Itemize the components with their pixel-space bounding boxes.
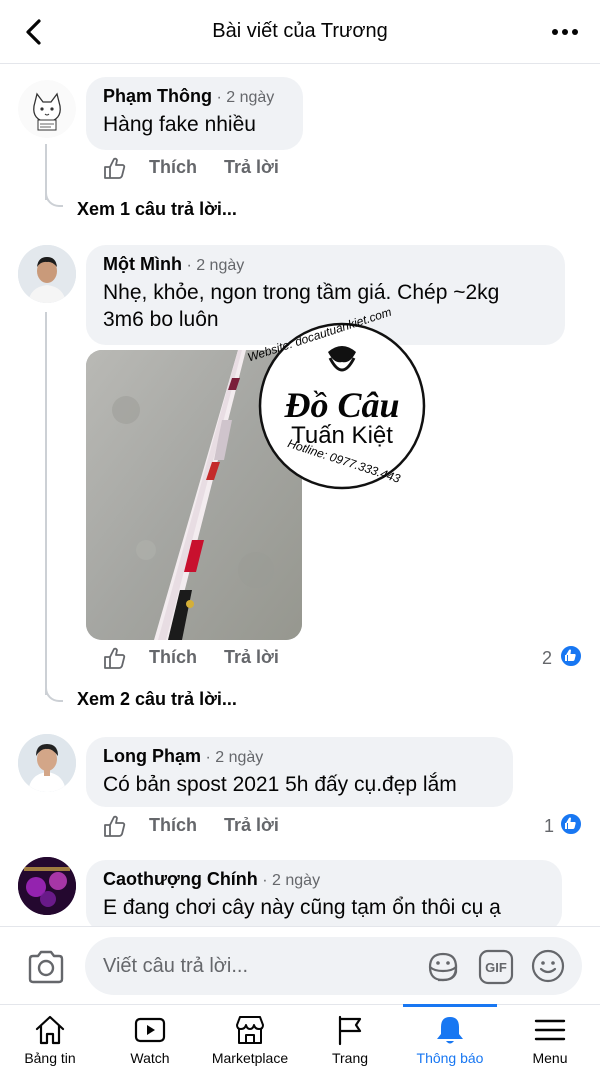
avatar[interactable]: [18, 80, 76, 138]
more-options-icon[interactable]: [550, 18, 580, 46]
comment-text: E đang chơi cây này cũng tạm ổn thôi cụ …: [103, 896, 501, 919]
thread-curve: [45, 684, 63, 702]
reply-composer: GIF: [0, 926, 600, 1004]
avatar[interactable]: [18, 245, 76, 303]
tab-label: Menu: [532, 1050, 568, 1066]
tab-notifications[interactable]: Thông báo: [403, 1004, 497, 1067]
tab-label: Marketplace: [211, 1050, 289, 1066]
tab-marketplace[interactable]: Marketplace: [200, 1005, 300, 1067]
tab-label: Trang: [331, 1050, 369, 1066]
top-bar: Bài viết của Trương: [0, 0, 600, 64]
profile-photo-icon: [18, 857, 76, 915]
comment-text-line: Nhẹ, khỏe, ngon trong tầm giá. Chép ~2kg: [103, 281, 500, 304]
camera-icon[interactable]: [26, 949, 66, 985]
avatar[interactable]: [18, 734, 76, 792]
react-hand-icon[interactable]: [102, 645, 128, 671]
avatar[interactable]: [18, 857, 76, 915]
marketplace-icon: [236, 1016, 264, 1044]
tab-watch[interactable]: Watch: [100, 1005, 200, 1067]
comment-time: · 2 ngày: [262, 872, 321, 889]
comment-time: · 2 ngày: [205, 749, 264, 766]
view-replies-link[interactable]: Xem 1 câu trả lời...: [77, 199, 237, 220]
tab-label: Thông báo: [416, 1050, 484, 1066]
reaction-count[interactable]: 2: [542, 648, 552, 669]
thread-line: [45, 312, 47, 695]
like-reaction-icon[interactable]: [559, 812, 583, 836]
like-button[interactable]: Thích: [149, 157, 197, 178]
comment-author[interactable]: Long Phạm: [103, 746, 201, 766]
thread-curve: [45, 189, 63, 207]
reply-button[interactable]: Trả lời: [224, 647, 279, 668]
reply-button[interactable]: Trả lời: [224, 815, 279, 836]
tab-label: Watch: [130, 1050, 170, 1066]
reaction-count[interactable]: 1: [544, 816, 554, 837]
menu-icon: [534, 1019, 566, 1041]
tab-label: Bảng tin: [24, 1050, 76, 1066]
comment-time: · 2 ngày: [216, 89, 275, 106]
watch-icon: [134, 1017, 166, 1043]
gif-icon[interactable]: GIF: [478, 949, 514, 985]
comment-actions: Thích Trả lời: [102, 645, 302, 671]
comment-author[interactable]: Caothượng Chính: [103, 869, 258, 889]
watermark-brand-1: Đồ Câu: [284, 385, 400, 425]
comment-author[interactable]: Phạm Thông: [103, 86, 212, 106]
svg-text:GIF: GIF: [485, 960, 507, 975]
tab-news-feed[interactable]: Bảng tin: [0, 1005, 100, 1067]
profile-photo-icon: [18, 245, 76, 303]
like-button[interactable]: Thích: [149, 647, 197, 668]
comment-text: Hàng fake nhiều: [103, 113, 256, 136]
comment-bubble[interactable]: Caothượng Chính · 2 ngày E đang chơi cây…: [86, 860, 562, 926]
comment-actions: Thích Trả lời: [102, 813, 302, 839]
page-title: Bài viết của Trương: [212, 20, 388, 42]
cat-avatar-icon: [18, 80, 76, 138]
comments-feed[interactable]: Phạm Thông · 2 ngày Hàng fake nhiều Thíc…: [0, 64, 600, 926]
emoji-icon[interactable]: [530, 948, 566, 984]
like-button[interactable]: Thích: [149, 815, 197, 836]
tab-menu[interactable]: Menu: [500, 1005, 600, 1067]
shop-watermark: Website: docautuankiet.com Đồ Câu Tuấn K…: [246, 305, 426, 490]
comment-author[interactable]: Một Mình: [103, 254, 182, 274]
home-icon: [35, 1015, 65, 1045]
comment-text: Có bản spost 2021 5h đấy cụ.đẹp lắm: [103, 773, 457, 796]
bottom-tab-bar: Bảng tin Watch Marketplace Trang Thông b…: [0, 1004, 600, 1067]
flag-icon: [338, 1015, 362, 1046]
like-reaction-icon[interactable]: [559, 644, 583, 668]
react-hand-icon[interactable]: [102, 155, 128, 181]
comment-actions: Thích Trả lời: [102, 155, 302, 181]
view-replies-link[interactable]: Xem 2 câu trả lời...: [77, 689, 237, 710]
sticker-icon[interactable]: [424, 948, 462, 986]
comment-bubble[interactable]: Phạm Thông · 2 ngày Hàng fake nhiều: [86, 77, 303, 150]
comment-time: · 2 ngày: [186, 257, 245, 274]
bell-icon: [437, 1017, 463, 1044]
react-hand-icon[interactable]: [102, 813, 128, 839]
comment-bubble[interactable]: Long Phạm · 2 ngày Có bản spost 2021 5h …: [86, 737, 513, 807]
tab-pages[interactable]: Trang: [300, 1005, 400, 1067]
profile-photo-icon: [18, 734, 76, 792]
reply-button[interactable]: Trả lời: [224, 157, 279, 178]
